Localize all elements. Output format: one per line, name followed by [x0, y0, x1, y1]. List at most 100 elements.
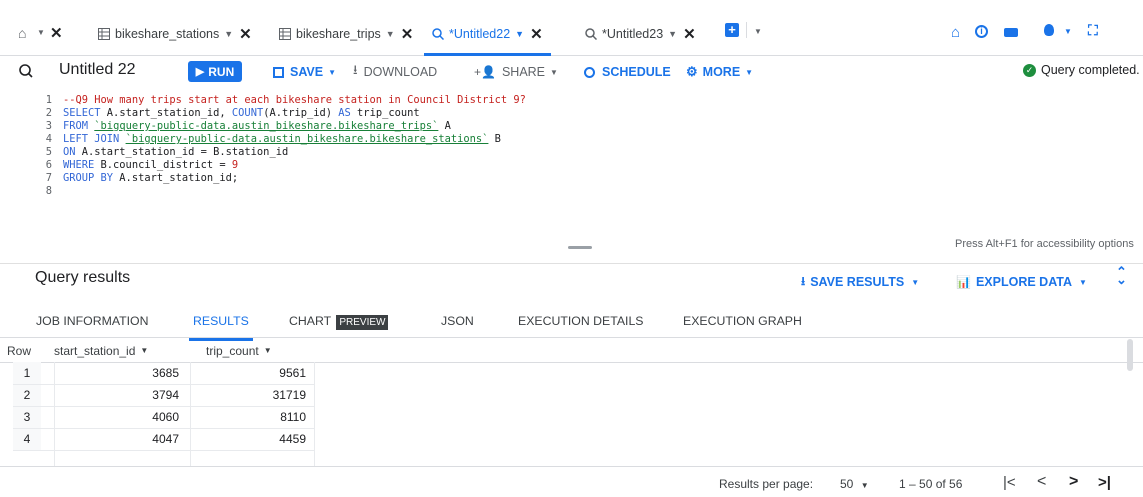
tab-execution-graph[interactable]: EXECUTION GRAPH: [683, 314, 802, 328]
chevron-down-icon[interactable]: ▼: [668, 29, 677, 39]
tab-untitled23[interactable]: *Untitled23 ▼ ✕: [585, 22, 696, 46]
code-line-6: WHERE B.council_district = 9: [63, 159, 239, 171]
share-button[interactable]: +👤 SHARE ▼: [474, 62, 558, 82]
trip-count-cell: 8110: [190, 406, 314, 429]
column-label: trip_count: [206, 343, 259, 358]
preview-badge: PREVIEW: [336, 315, 389, 330]
close-icon[interactable]: ✕: [50, 24, 63, 42]
home-icon[interactable]: ⌂: [951, 24, 960, 41]
new-tab-plus-icon[interactable]: +: [725, 23, 739, 37]
clock-icon: [584, 66, 595, 78]
start-station-id-cell: 4060: [41, 406, 190, 429]
lightbulb-icon[interactable]: [1044, 24, 1054, 36]
pagination-bar: Results per page: 50 ▼ 1 – 50 of 56 |< <…: [0, 466, 1143, 497]
close-icon[interactable]: ✕: [239, 25, 252, 43]
chevron-down-icon[interactable]: ▼: [754, 27, 762, 36]
chevron-down-icon[interactable]: ▼: [386, 29, 395, 39]
chevron-down-icon[interactable]: ▼: [37, 28, 45, 37]
schedule-button[interactable]: SCHEDULE: [584, 62, 671, 82]
resize-handle[interactable]: [568, 246, 592, 249]
info-icon[interactable]: i: [975, 25, 988, 38]
code-line-2: SELECT A.start_station_id, COUNT(A.trip_…: [63, 107, 420, 119]
query-status: ✓ Query completed.: [1023, 63, 1140, 77]
tab-bikeshare-trips[interactable]: bikeshare_trips ▼ ✕: [279, 22, 413, 46]
start-station-id-cell: 4047: [41, 428, 190, 451]
line-number: 3: [45, 120, 52, 132]
page-range: 1 – 50 of 56: [899, 477, 963, 491]
code-line-4: LEFT JOIN `bigquery-public-data.austin_b…: [63, 133, 501, 145]
share-label: SHARE: [501, 65, 546, 79]
column-divider: [190, 362, 191, 466]
add-person-icon: +👤: [474, 65, 496, 79]
chevron-down-icon[interactable]: ▼: [224, 29, 233, 39]
query-toolbar: Untitled 22 ▶ RUN SAVE ▼ ⭳ DOWNLOAD +👤 S…: [0, 56, 1143, 86]
column-header-row: Row: [7, 339, 37, 362]
chevron-down-icon[interactable]: ▼: [1064, 27, 1072, 36]
expand-collapse-icon[interactable]: ⌃ ⌄: [1116, 265, 1127, 286]
tab-chart-label: CHART: [289, 314, 331, 328]
home-icon[interactable]: ⌂: [18, 25, 26, 41]
chevron-down-icon[interactable]: ▼: [515, 29, 524, 39]
tab-execution-details[interactable]: EXECUTION DETAILS: [518, 314, 644, 328]
table-icon: [98, 28, 110, 40]
keyboard-icon[interactable]: [1004, 28, 1018, 37]
code-line-1: --Q9 How many trips start at each bikesh…: [63, 94, 526, 106]
column-divider: [314, 362, 315, 466]
line-number: 5: [45, 146, 52, 158]
scrollbar[interactable]: [1127, 339, 1133, 371]
table-row[interactable]: 4 4047 4459: [13, 428, 314, 451]
trip-count-cell: 9561: [190, 362, 314, 385]
line-number: 8: [45, 185, 52, 197]
tab-label: bikeshare_stations: [115, 27, 220, 41]
gear-icon: ⚙: [686, 64, 698, 79]
code-line-7: GROUP BY A.start_station_id;: [63, 172, 239, 184]
table-icon: [279, 28, 291, 40]
download-label: DOWNLOAD: [363, 65, 438, 79]
start-station-id-cell: 3794: [41, 384, 190, 407]
table-row[interactable]: 2 3794 31719: [13, 384, 314, 407]
tab-untitled22[interactable]: *Untitled22 ▼ ✕: [424, 22, 551, 56]
close-icon[interactable]: ✕: [401, 25, 414, 43]
explore-data-button[interactable]: 📊 EXPLORE DATA ▼: [956, 272, 1087, 292]
chevron-down-icon: ▼: [550, 67, 558, 77]
close-icon[interactable]: ✕: [683, 25, 696, 43]
accessibility-hint: Press Alt+F1 for accessibility options: [955, 238, 1134, 250]
table-row[interactable]: 1 3685 9561: [13, 362, 314, 385]
tab-bar: ⌂ ▼ ✕ bikeshare_stations ▼ ✕ bikeshare_t…: [0, 0, 1143, 56]
column-label: Row: [7, 343, 32, 358]
column-header-trip-count[interactable]: trip_count ▼: [206, 339, 272, 362]
column-label: start_station_id: [54, 343, 136, 358]
per-page-select[interactable]: 50 ▼: [840, 477, 869, 491]
sql-editor[interactable]: 1 2 3 4 5 6 7 8 --Q9 How many trips star…: [0, 88, 1143, 234]
download-icon: ⭳: [353, 62, 358, 77]
download-button[interactable]: ⭳ DOWNLOAD: [353, 62, 437, 82]
results-table: 1 3685 9561 2 3794 31719 3 4060 8110 4 4…: [13, 362, 314, 451]
chevron-down-icon: ▼: [745, 67, 754, 77]
more-button[interactable]: ⚙ MORE ▼: [686, 62, 753, 82]
chevron-down-icon: ▼: [860, 481, 869, 490]
save-button[interactable]: SAVE ▼: [273, 62, 336, 82]
save-results-label: SAVE RESULTS: [810, 275, 905, 289]
row-number: 4: [13, 428, 41, 451]
tab-job-information[interactable]: JOB INFORMATION: [36, 314, 149, 328]
column-header-start-station-id[interactable]: start_station_id ▼: [54, 339, 148, 362]
next-page-icon[interactable]: >: [1069, 473, 1078, 491]
first-page-icon[interactable]: |<: [1003, 474, 1016, 491]
sort-chevron-icon[interactable]: ▼: [264, 346, 272, 355]
fullscreen-icon[interactable]: ⛶: [1088, 22, 1098, 39]
sort-chevron-icon[interactable]: ▼: [140, 346, 148, 355]
tab-chart[interactable]: CHART PREVIEW: [289, 314, 389, 330]
last-page-icon[interactable]: >|: [1098, 474, 1111, 491]
divider: [746, 22, 747, 38]
query-icon: [432, 28, 445, 41]
table-row[interactable]: 3 4060 8110: [13, 406, 314, 429]
save-icon: [273, 66, 284, 78]
close-icon[interactable]: ✕: [530, 25, 543, 43]
tab-results[interactable]: RESULTS: [189, 314, 253, 341]
chart-icon: 📊: [956, 275, 971, 289]
tab-json[interactable]: JSON: [441, 314, 474, 328]
tab-bikeshare-stations[interactable]: bikeshare_stations ▼ ✕: [98, 22, 252, 46]
previous-page-icon[interactable]: <: [1037, 473, 1046, 491]
save-results-button[interactable]: ⭳ SAVE RESULTS ▼: [801, 272, 919, 292]
run-button[interactable]: ▶ RUN: [188, 61, 242, 82]
